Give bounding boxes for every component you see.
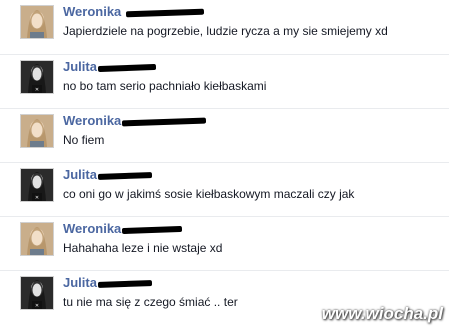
message-text: No fiem xyxy=(63,133,105,147)
sender-name[interactable]: Julita xyxy=(63,167,153,182)
chat-conversation: Weronika Japierdziele na pogrzebie, ludz… xyxy=(0,0,449,330)
avatar[interactable]: ✕ xyxy=(20,276,54,310)
avatar[interactable] xyxy=(20,114,54,148)
message-item: Weronika No fiem xyxy=(0,108,449,161)
message-text: Hahahaha leze i nie wstaje xd xyxy=(63,241,223,255)
message-text: tu nie ma się z czego śmiać .. ter xyxy=(63,295,238,309)
message-item: ✕ Julita co oni go w jakimś sosie kiełba… xyxy=(0,162,449,215)
sender-name[interactable]: Weronika xyxy=(63,221,183,236)
message-text: no bo tam serio pachniało kiełbaskami xyxy=(63,79,267,93)
message-text: Japierdziele na pogrzebie, ludzie rycza … xyxy=(63,24,388,38)
message-text: co oni go w jakimś sosie kiełbaskowym ma… xyxy=(63,187,355,201)
svg-text:✕: ✕ xyxy=(35,303,39,309)
svg-text:✕: ✕ xyxy=(35,87,39,93)
avatar[interactable]: ✕ xyxy=(20,60,54,94)
avatar[interactable] xyxy=(20,5,54,39)
sender-name[interactable]: Julita xyxy=(63,59,157,74)
watermark: www.wiocha.pl xyxy=(321,304,443,323)
message-item: ✕ Julita no bo tam serio pachniało kiełb… xyxy=(0,54,449,107)
sender-name[interactable]: Julita xyxy=(63,275,153,290)
message-item: Weronika Japierdziele na pogrzebie, ludz… xyxy=(0,0,449,52)
sender-name[interactable]: Weronika xyxy=(63,113,207,128)
svg-text:✕: ✕ xyxy=(35,195,39,201)
avatar[interactable] xyxy=(20,222,54,256)
sender-name[interactable]: Weronika xyxy=(63,4,204,19)
avatar[interactable]: ✕ xyxy=(20,168,54,202)
message-item: Weronika Hahahaha leze i nie wstaje xd xyxy=(0,216,449,269)
